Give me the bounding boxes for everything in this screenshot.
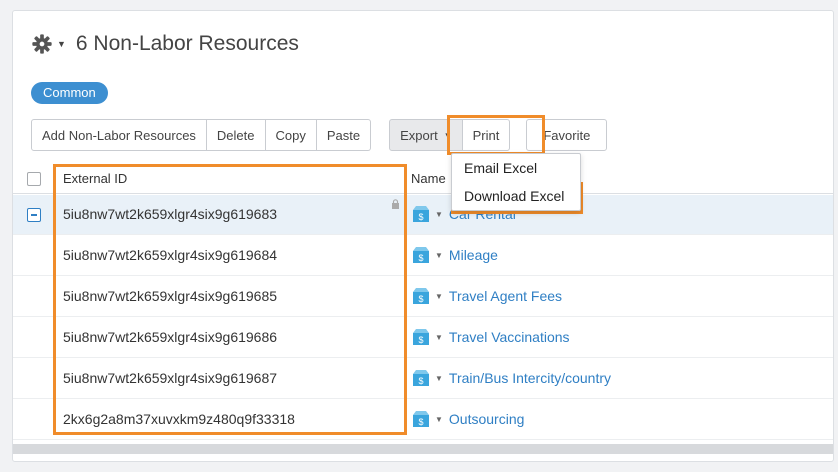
svg-text:$: $ [418, 212, 423, 222]
table-row[interactable]: 5iu8nw7wt2k659xlgr4six9g619685 $ ▼ Trave… [13, 277, 833, 317]
table-row[interactable]: 5iu8nw7wt2k659xlgr4six9g619687 $ ▼ Train… [13, 359, 833, 399]
export-menu: Email Excel Download Excel [451, 153, 581, 211]
export-print-group: Export ▼ Print [389, 119, 511, 151]
resource-name-link[interactable]: Train/Bus Intercity/country [449, 370, 611, 386]
resource-type-icon: $ [413, 329, 429, 345]
external-id[interactable]: 5iu8nw7wt2k659xlgr4six9g619683 [63, 206, 277, 222]
print-button[interactable]: Print [462, 119, 511, 151]
chevron-down-icon[interactable]: ▼ [435, 292, 443, 301]
table-header: External ID Name [13, 164, 833, 194]
title-row: ▼ 6 Non-Labor Resources [31, 31, 299, 57]
export-button[interactable]: Export ▼ [389, 119, 463, 151]
chevron-down-icon[interactable]: ▼ [435, 210, 443, 219]
add-resources-button[interactable]: Add Non-Labor Resources [31, 119, 207, 151]
row-deselect-checkbox[interactable] [27, 208, 41, 222]
tag-common[interactable]: Common [31, 82, 108, 104]
chevron-down-icon[interactable]: ▼ [57, 39, 66, 49]
table-row[interactable]: 5iu8nw7wt2k659xlgr4six9g619686 $ ▼ Trave… [13, 318, 833, 358]
delete-button[interactable]: Delete [206, 119, 266, 151]
resource-type-icon: $ [413, 288, 429, 304]
svg-text:$: $ [418, 294, 423, 304]
table-row[interactable]: 2kx6g2a8m37xuvxkm9z480q9f33318 $ ▼ Outso… [13, 400, 833, 440]
name-cell: $ ▼ Mileage [411, 245, 498, 265]
lock-icon [392, 199, 399, 209]
resource-type-icon: $ [413, 206, 429, 222]
resource-type-icon: $ [413, 247, 429, 263]
chevron-down-icon[interactable]: ▼ [435, 415, 443, 424]
name-cell: $ ▼ Travel Agent Fees [411, 286, 562, 306]
resource-type-icon: $ [413, 370, 429, 386]
chevron-down-icon[interactable]: ▼ [435, 374, 443, 383]
menu-item-email-excel[interactable]: Email Excel [452, 154, 580, 182]
edit-button-group: Add Non-Labor Resources Delete Copy Past… [31, 119, 372, 151]
external-id[interactable]: 5iu8nw7wt2k659xlgr4six9g619687 [63, 370, 277, 386]
svg-text:$: $ [418, 335, 423, 345]
name-cell: $ ▼ Outsourcing [411, 409, 524, 429]
resource-name-link[interactable]: Outsourcing [449, 411, 524, 427]
resource-name-link[interactable]: Mileage [449, 247, 498, 263]
copy-button[interactable]: Copy [265, 119, 317, 151]
gear-icon[interactable] [31, 33, 53, 55]
chevron-down-icon[interactable]: ▼ [435, 333, 443, 342]
name-cell: $ ▼ Train/Bus Intercity/country [411, 368, 611, 388]
svg-text:$: $ [418, 417, 423, 427]
table-row[interactable]: 5iu8nw7wt2k659xlgr4six9g619684 $ ▼ Milea… [13, 236, 833, 276]
svg-text:$: $ [418, 376, 423, 386]
external-id[interactable]: 5iu8nw7wt2k659xlgr4six9g619685 [63, 288, 277, 304]
toolbar: Add Non-Labor Resources Delete Copy Past… [31, 119, 608, 151]
chevron-down-icon[interactable]: ▼ [435, 251, 443, 260]
favorite-button[interactable]: Favorite [526, 119, 608, 151]
table-row[interactable]: 5iu8nw7wt2k659xlgr4six9g619683 $ ▼ Car R… [13, 195, 833, 235]
horizontal-scrollbar[interactable] [13, 444, 833, 454]
column-external-id[interactable]: External ID [63, 171, 127, 186]
resource-name-link[interactable]: Travel Vaccinations [449, 329, 570, 345]
select-all-checkbox[interactable] [27, 172, 41, 186]
resource-type-icon: $ [413, 411, 429, 427]
column-name[interactable]: Name [411, 171, 446, 186]
external-id[interactable]: 5iu8nw7wt2k659xlgr4six9g619684 [63, 247, 277, 263]
export-label: Export [400, 127, 438, 143]
resources-panel: ▼ 6 Non-Labor Resources Common Add Non-L… [12, 10, 834, 462]
external-id[interactable]: 2kx6g2a8m37xuvxkm9z480q9f33318 [63, 411, 295, 427]
page-title: 6 Non-Labor Resources [75, 32, 299, 55]
svg-text:$: $ [418, 253, 423, 263]
resource-name-link[interactable]: Travel Agent Fees [449, 288, 562, 304]
external-id[interactable]: 5iu8nw7wt2k659xlgr4six9g619686 [63, 329, 277, 345]
name-cell: $ ▼ Travel Vaccinations [411, 327, 570, 347]
chevron-down-icon: ▼ [443, 130, 452, 140]
paste-button[interactable]: Paste [316, 119, 372, 151]
menu-item-download-excel[interactable]: Download Excel [452, 182, 580, 210]
